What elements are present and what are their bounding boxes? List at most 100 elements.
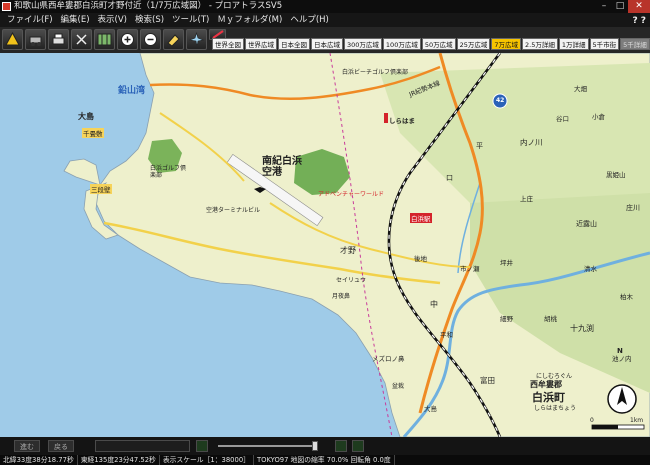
close-button[interactable]: ✕ [628,0,650,13]
zoom-out-icon [144,33,157,46]
label-daishima: 大島 [424,405,437,413]
label-route42: 42 [496,97,505,104]
label-kamisho: 上庄 [520,195,533,203]
label-shirahama-station[interactable]: しらはま [389,115,415,125]
cut-button[interactable] [71,29,92,50]
label-kurohime: 黒姫山 [606,171,626,179]
label-town-kana2: しらはまちょう [534,405,577,412]
navigation-tool-button[interactable] [2,29,23,50]
help-icons: ? ? [633,14,646,28]
label-tsuboi: 坪井 [500,259,513,267]
minimize-button[interactable]: – [596,0,612,13]
zoom-out-button[interactable] [140,29,161,50]
scale-japan-wide[interactable]: 日本広域 [311,38,343,50]
label-kashiwa: 柏木 [620,293,633,301]
scale-world-wide[interactable]: 世界広域 [245,38,277,50]
layer-toggle-icon[interactable] [335,440,347,452]
zoom-slider-track[interactable] [218,445,318,447]
status-datum: TOKYO97 地図の縮率 70.0% 回転角 0.0度 [254,455,395,465]
window-controls: – □ ✕ [596,0,650,13]
toolbar: 世界全図 世界広域 日本全図 日本広域 300万広域 100万広域 50万広域 … [0,27,650,53]
scale-world-all[interactable]: 世界全図 [212,38,244,50]
scale-300man[interactable]: 300万広域 [344,38,382,50]
label-heimi: 平 [476,142,483,150]
status-latitude: 北緯33度38分18.77秒 [0,455,78,465]
label-ogura: 小倉 [592,113,605,121]
menu-tools[interactable]: ツール(T) [168,13,213,27]
scale-zero-label: 0 [590,417,594,424]
scale-100man[interactable]: 100万広域 [382,38,421,50]
scale-5sen-city[interactable]: 5千市街 [589,38,620,50]
scale-1man[interactable]: 1万詳細 [558,38,589,50]
scale-7man[interactable]: 7万広域 [491,38,522,50]
zoom-in-icon [121,33,134,46]
route-icon [29,36,42,46]
airplane-icon [189,32,204,47]
label-shimizu: 清水 [584,265,597,273]
menu-myfolder[interactable]: Ｍｙフォルダ(M) [213,13,286,27]
map-grid-icon [97,33,112,46]
label-kaigan: 月夜鼻 [332,293,351,300]
scale-25man[interactable]: 25万広域 [456,38,491,50]
eraser-icon [167,34,180,47]
scale-japan-all[interactable]: 日本全図 [278,38,310,50]
maximize-button[interactable]: □ [612,0,628,13]
label-kochi: 口 [446,174,453,182]
triangle-tool-icon [5,32,20,46]
compass-label: N [617,347,623,355]
label-golf2: 白浜ビーチゴルフ倶楽部 [342,69,409,76]
menu-edit[interactable]: 編集(E) [57,13,94,27]
label-ichinose: 市ノ瀬 [460,265,480,273]
label-terminal: 空港ターミナルビル [206,207,261,214]
label-taniguchi: 谷口 [556,115,569,123]
label-bonsai: 盆栽 [392,383,405,390]
zoom-slider-handle[interactable] [312,441,318,451]
label-ohata: 大畑 [574,85,587,93]
label-inouchikawa: 内ノ川 [520,138,543,147]
airplane-button[interactable] [186,29,207,50]
label-golf: 白浜ゴルフ倶楽部 [150,165,187,179]
scale-selector: 世界全図 世界広域 日本全図 日本広域 300万広域 100万広域 50万広域 … [212,38,650,50]
label-hosono: 細野 [500,315,513,323]
map-info-field [95,440,190,452]
label-shiraboshi: 白浜駅 [410,213,432,223]
map-view-button[interactable] [94,29,115,50]
label-senjojiki[interactable]: 千畳敷 [82,128,104,138]
label-seiryu: セイリュウ [336,277,367,284]
scale-2-5man[interactable]: 2.5万詳細 [522,38,558,50]
menu-bar: ファイル(F) 編集(E) 表示(V) 検索(S) ツール(T) Ｍｙフォルダ(… [0,13,650,27]
scale-50man[interactable]: 50万広域 [421,38,456,50]
bottom-bar: 進む 戻る [0,437,650,455]
label-bay: 鉛山湾 [118,86,146,96]
help-icon[interactable]: ? [633,14,638,28]
zoom-in-button[interactable] [117,29,138,50]
context-help-icon[interactable]: ? [641,14,646,28]
menu-file[interactable]: ファイル(F) [3,13,57,27]
label-shokawa: 庄川 [626,204,640,212]
menu-help[interactable]: ヘルプ(H) [286,13,333,27]
layer-toggle-icon-2[interactable] [352,440,364,452]
eraser-button[interactable] [163,29,184,50]
label-tomita: 富田 [480,376,495,385]
back-button[interactable]: 戻る [48,440,74,452]
map-toggle-icon[interactable] [196,440,208,452]
label-airport: 南紀白浜空港 [262,156,302,178]
label-naka: 中 [430,300,438,309]
label-oshima: 大島 [78,112,94,121]
label-adventure: アドベンチャーワールド [318,191,384,198]
scale-bar-dark [592,425,618,429]
label-sandanbeki[interactable]: 三段壁 [90,184,112,194]
car-route-button[interactable] [25,29,46,50]
window-title: 和歌山県西牟婁郡白浜町才野付近（1/7万広域図） - プロアトラスSV5 [14,1,283,11]
label-juhuka: 十九渕 [570,324,594,333]
menu-search[interactable]: 検索(S) [131,13,168,27]
status-bar: 北緯33度38分18.77秒 東経135度23分47.52秒 表示スケール［1：… [0,455,650,465]
title-bar: 和歌山県西牟婁郡白浜町才野付近（1/7万広域図） - プロアトラスSV5 – □… [0,0,650,13]
menu-view[interactable]: 表示(V) [94,13,131,27]
print-button[interactable] [48,29,69,50]
scale-5sen-detail[interactable]: 5千詳細 [620,38,650,50]
forward-button[interactable]: 進む [14,440,40,452]
map-canvas[interactable]: 鉛山湾 大島 千畳敷 三段壁 南紀白浜空港 白浜ゴルフ倶楽部 空港ターミナルビル… [0,53,650,437]
app-icon [2,2,11,11]
status-scale: 表示スケール［1：38000］ [160,455,254,465]
